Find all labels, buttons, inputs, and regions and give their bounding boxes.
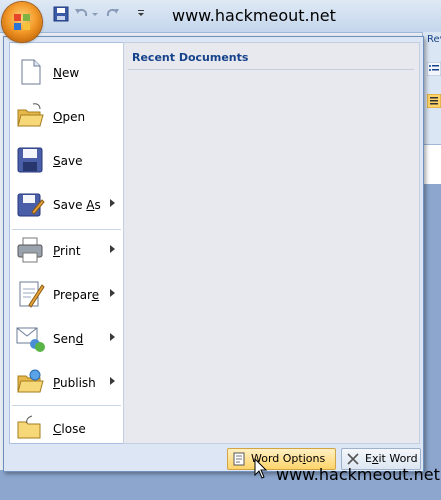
document-page-edge (423, 144, 441, 185)
options-icon (233, 452, 245, 466)
printer-icon (17, 237, 43, 263)
undo-icon[interactable] (73, 6, 89, 22)
undo-dropdown-icon[interactable] (91, 6, 99, 22)
submenu-arrow-icon (110, 199, 115, 207)
ribbon-partial (422, 32, 441, 185)
open-folder-icon (17, 103, 44, 127)
customize-toolbar-icon[interactable] (136, 6, 146, 22)
redo-icon[interactable] (105, 6, 121, 22)
menu-item-label: Close (53, 422, 86, 436)
submenu-arrow-icon (110, 333, 115, 341)
office-button[interactable] (2, 2, 42, 42)
submenu-arrow-icon (110, 377, 115, 385)
watermark-bottom: www.hackmeout.net (276, 465, 440, 484)
submenu-arrow-icon (110, 245, 115, 253)
office-menu: New Open Save Save As Print Prepare Send… (3, 36, 424, 472)
menu-item-print[interactable]: Print (10, 229, 123, 273)
prepare-icon (19, 281, 45, 308)
save-as-icon (17, 193, 45, 217)
publish-icon (17, 369, 44, 393)
submenu-arrow-icon (110, 289, 115, 297)
close-x-icon (347, 453, 359, 465)
bullets-icon[interactable] (427, 62, 441, 76)
menu-item-label: Save (53, 154, 83, 168)
menu-item-save-as[interactable]: Save As (10, 183, 123, 227)
align-icon[interactable] (427, 94, 441, 108)
menu-item-prepare[interactable]: Prepare (10, 273, 123, 317)
menu-item-send[interactable]: Send (10, 317, 123, 361)
menu-item-label: Print (53, 244, 81, 258)
recent-documents-divider (128, 69, 414, 70)
watermark-top: www.hackmeout.net (172, 6, 336, 25)
menu-item-new[interactable]: New (10, 51, 123, 95)
menu-item-publish[interactable]: Publish (10, 361, 123, 405)
document-background (422, 184, 441, 500)
send-icon (16, 327, 45, 352)
menu-item-label: Open (53, 110, 86, 124)
menu-item-label: Publish (53, 376, 96, 390)
review-tab-partial[interactable]: Rev (427, 34, 441, 45)
menu-item-label: Save As (53, 198, 101, 212)
save-icon[interactable] (53, 6, 69, 22)
recent-documents-pane: Recent Documents (123, 42, 420, 444)
menu-separator (12, 405, 121, 406)
close-folder-icon (17, 415, 41, 439)
menu-item-open[interactable]: Open (10, 95, 123, 139)
menu-item-label: New (53, 66, 80, 80)
menu-item-label: Prepare (53, 288, 100, 302)
recent-documents-title: Recent Documents (132, 51, 249, 64)
new-document-icon (21, 59, 41, 85)
exit-word-label: Exit Word (365, 452, 418, 465)
save-disk-icon (17, 147, 43, 173)
mouse-pointer-icon (254, 458, 268, 479)
office-logo-icon (14, 14, 30, 30)
menu-item-save[interactable]: Save (10, 139, 123, 183)
menu-commands: New Open Save Save As Print Prepare Send… (9, 42, 124, 444)
menu-item-label: Send (53, 332, 84, 346)
